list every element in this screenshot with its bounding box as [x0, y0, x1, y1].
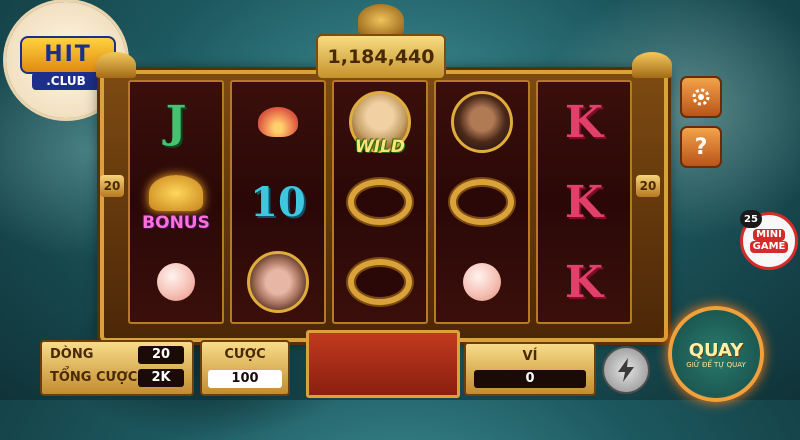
frame-ornament-left — [96, 52, 136, 78]
peach-icon — [157, 263, 195, 301]
gear-icon — [692, 88, 710, 106]
lines-bet-panel: DÒNG 20 TỔNG CƯỢC 2K — [40, 340, 194, 396]
mini-game-label-top: MINI — [753, 229, 785, 241]
symbol-peach — [141, 247, 211, 317]
lines-label: DÒNG — [50, 347, 94, 362]
reel-3: WILD — [332, 80, 428, 324]
wallet-panel: VÍ 0 — [464, 342, 596, 396]
frame-ornament-right — [632, 52, 672, 78]
symbol-k: K — [549, 87, 619, 157]
symbol-peach — [447, 247, 517, 317]
question-icon: ? — [694, 134, 708, 160]
total-bet-label: TỔNG CƯỢC — [50, 370, 138, 385]
symbol-k-text: K — [564, 176, 604, 228]
lotus-icon — [258, 107, 298, 137]
symbol-ring — [447, 167, 517, 237]
turbo-button[interactable] — [602, 346, 650, 394]
gold-pile-icon — [149, 175, 203, 211]
symbol-ring — [345, 247, 415, 317]
spin-button[interactable]: QUAY GIỮ ĐỂ TỰ QUAY — [668, 306, 764, 402]
bet-panel[interactable]: CƯỢC 100 — [200, 340, 290, 396]
wallet-label: VÍ — [522, 349, 538, 364]
lines-value[interactable]: 20 — [138, 346, 184, 364]
symbol-k-text: K — [564, 256, 604, 308]
symbol-wild: WILD — [345, 87, 415, 157]
settings-button[interactable] — [680, 76, 722, 118]
bonus-text: BONUS — [142, 213, 210, 233]
bet-value[interactable]: 100 — [208, 370, 282, 388]
spin-sub-label: GIỮ ĐỂ TỰ QUAY — [686, 360, 746, 369]
peach-icon — [463, 263, 501, 301]
paylines-right-indicator: 20 — [636, 175, 660, 197]
bet-label: CƯỢC — [224, 347, 266, 362]
win-display-box — [306, 330, 460, 398]
symbol-lotus — [243, 87, 313, 157]
symbol-k-text: K — [564, 96, 604, 148]
mini-game-badge: 25 — [740, 210, 762, 228]
lightning-icon — [618, 358, 634, 382]
symbol-k: K — [549, 247, 619, 317]
reel-4 — [434, 80, 530, 324]
symbol-warrior — [447, 87, 517, 157]
symbol-pig — [243, 247, 313, 317]
reels-grid: J BONUS 10 WILD K K K — [128, 80, 632, 324]
pig-portrait-icon — [247, 251, 309, 313]
symbol-ten-text: 10 — [250, 178, 306, 226]
total-bet-value: 2K — [138, 369, 184, 387]
mini-game-label-bottom: GAME — [749, 241, 789, 253]
logo-sub-text: .CLUB — [32, 72, 100, 90]
warrior-portrait-icon — [451, 91, 513, 153]
jackpot-display: 1,184,440 — [316, 34, 446, 80]
symbol-k: K — [549, 167, 619, 237]
gold-ring-icon — [348, 179, 412, 225]
symbol-j: J — [141, 87, 211, 157]
wild-text: WILD — [354, 137, 406, 157]
symbol-j-text: J — [165, 96, 187, 148]
reel-1: J BONUS — [128, 80, 224, 324]
gold-ring-icon — [450, 179, 514, 225]
reel-5: K K K — [536, 80, 632, 324]
help-button[interactable]: ? — [680, 126, 722, 168]
symbol-ring — [345, 167, 415, 237]
crown-ornament — [358, 4, 404, 36]
symbol-ten: 10 — [243, 167, 313, 237]
paylines-left-indicator: 20 — [100, 175, 124, 197]
symbol-bonus: BONUS — [141, 167, 211, 237]
spin-label: QUAY — [688, 339, 744, 361]
reel-2: 10 — [230, 80, 326, 324]
gold-ring-icon — [348, 259, 412, 305]
wallet-value: 0 — [474, 370, 586, 388]
